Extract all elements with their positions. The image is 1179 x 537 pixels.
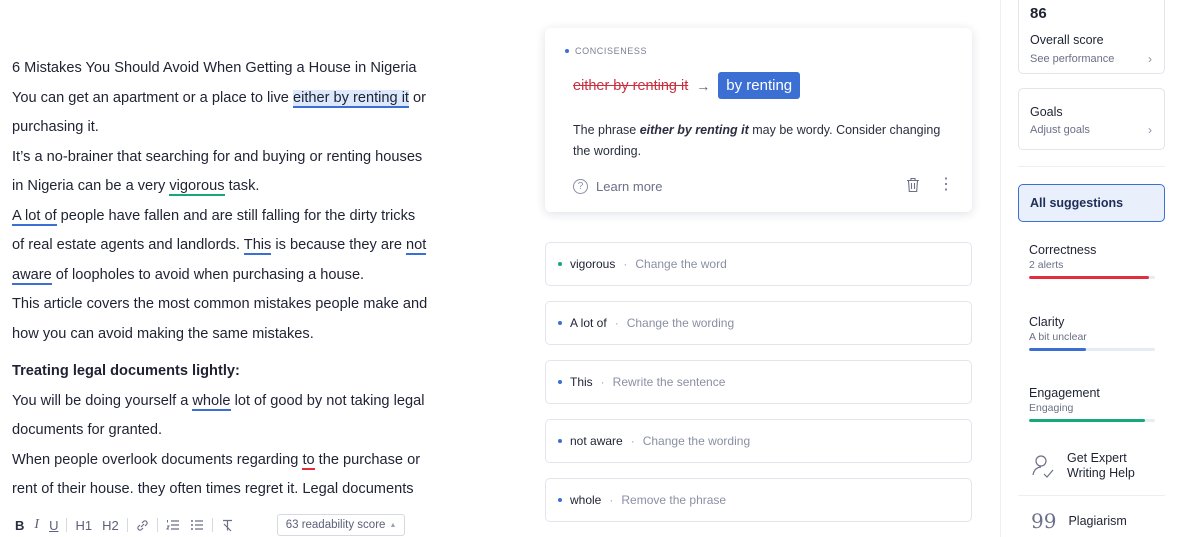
assistant-sidebar: 86 Overall score See performance › Goals… — [1000, 0, 1179, 537]
suggestion-dot-icon — [558, 262, 562, 266]
engagement-metric[interactable]: Engagement Engaging — [1029, 386, 1155, 422]
underline-vigorous[interactable]: vigorous — [169, 178, 225, 196]
overall-score-label: Overall score — [1030, 33, 1104, 47]
accept-suggestion-button[interactable]: by renting — [718, 72, 801, 99]
category-dot-icon — [565, 49, 569, 53]
correctness-metric[interactable]: Correctness 2 alerts — [1029, 243, 1155, 279]
suggestion-item[interactable]: not aware · Change the wording — [545, 419, 972, 463]
suggestion-card-expanded[interactable]: CONCISENESS either by renting it → by re… — [545, 28, 972, 212]
clarity-bar-fill — [1029, 348, 1086, 351]
engagement-bar — [1029, 419, 1155, 422]
person-expert-icon — [1032, 455, 1054, 478]
document-editor[interactable]: 6 Mistakes You Should Avoid When Getting… — [12, 54, 512, 505]
text-line: When people overlook documents regarding… — [12, 451, 421, 470]
underline-whole[interactable]: whole — [192, 392, 231, 411]
bullet-list-icon — [190, 520, 203, 530]
text-line: You can get an apartment or a place to l… — [12, 89, 427, 108]
underline-button[interactable]: U — [44, 514, 63, 536]
chevron-right-icon: › — [1148, 123, 1152, 137]
clear-formatting-icon — [222, 519, 232, 531]
goals-label: Goals — [1030, 105, 1063, 119]
correctness-bar — [1029, 276, 1155, 279]
numbered-list-icon — [165, 520, 179, 530]
bullet-list-button[interactable] — [185, 514, 209, 536]
italic-button[interactable]: I — [29, 514, 44, 536]
suggestion-item[interactable]: vigorous · Change the word — [545, 242, 972, 286]
section-heading: Treating legal documents lightly: — [12, 363, 240, 379]
overall-score-card[interactable]: 86 Overall score See performance › — [1018, 0, 1165, 74]
help-icon: ? — [573, 179, 588, 194]
formatting-toolbar: B I U H1 H2 63 readability score ▲ — [10, 512, 510, 537]
replacement-row: either by renting it → by renting — [573, 72, 801, 99]
toolbar-divider — [66, 518, 68, 532]
text-line: This article covers the most common mist… — [12, 296, 428, 312]
suggestion-dot-icon — [558, 498, 562, 502]
trash-icon[interactable] — [906, 177, 920, 193]
document-title-line: 6 Mistakes You Should Avoid When Getting… — [12, 60, 417, 76]
correctness-bar-fill — [1029, 276, 1149, 279]
text-line: documents for granted. — [12, 422, 163, 438]
suggestion-category: CONCISENESS — [565, 46, 647, 56]
arrow-right-icon: → — [696, 77, 711, 94]
link-button[interactable] — [131, 514, 154, 536]
overall-score-value: 86 — [1030, 5, 1047, 22]
text-line: You will be doing yourself a whole lot o… — [12, 392, 425, 411]
card-actions: ⋮ — [906, 177, 954, 193]
text-line: It’s a no-brainer that searching for and… — [12, 148, 423, 165]
underline-a-lot-of[interactable]: A lot of — [12, 207, 57, 226]
goals-card[interactable]: Goals Adjust goals › — [1018, 88, 1165, 150]
text-line: in Nigeria can be a very vigorous task. — [12, 178, 260, 196]
engagement-bar-fill — [1029, 419, 1145, 422]
see-performance-link[interactable]: See performance — [1030, 53, 1114, 65]
toolbar-divider — [211, 518, 213, 532]
chevron-right-icon: › — [1148, 52, 1152, 66]
adjust-goals-link[interactable]: Adjust goals — [1030, 124, 1090, 136]
underline-not[interactable]: not — [406, 237, 427, 255]
sidebar-divider — [1018, 166, 1165, 167]
text-line: rent of their house. they often times re… — [12, 481, 414, 497]
highlight-either-by-renting-it[interactable]: either by renting it — [292, 89, 409, 108]
all-suggestions-button[interactable]: All suggestions — [1018, 184, 1165, 222]
text-line: purchasing it. — [12, 119, 99, 135]
sidebar-divider — [1018, 495, 1165, 496]
learn-more-link[interactable]: ? Learn more — [573, 179, 662, 194]
clarity-bar — [1029, 348, 1155, 351]
text-line: of real estate agents and landlords. Thi… — [12, 237, 427, 255]
suggestion-dot-icon — [558, 439, 562, 443]
text-line: A lot of people have fallen and are stil… — [12, 207, 416, 226]
caret-up-icon: ▲ — [389, 521, 397, 529]
underline-aware[interactable]: aware — [12, 266, 52, 285]
suggestion-item[interactable]: This · Rewrite the sentence — [545, 360, 972, 404]
more-options-icon[interactable]: ⋮ — [938, 177, 954, 193]
underline-to[interactable]: to — [302, 451, 315, 470]
clear-formatting-button[interactable] — [216, 514, 239, 536]
link-icon — [137, 519, 148, 531]
plagiarism-link[interactable]: 99 Plagiarism — [1031, 509, 1127, 533]
quote-icon: 99 — [1031, 509, 1057, 533]
text-line: aware of loopholes to avoid when purchas… — [12, 266, 365, 285]
clarity-metric[interactable]: Clarity A bit unclear — [1029, 315, 1155, 351]
underline-this[interactable]: This — [243, 237, 272, 255]
toolbar-divider — [126, 518, 128, 532]
heading2-button[interactable]: H2 — [97, 514, 124, 536]
suggestion-item[interactable]: A lot of · Change the wording — [545, 301, 972, 345]
toolbar-divider — [156, 518, 158, 532]
heading1-button[interactable]: H1 — [70, 514, 97, 536]
text-line: how you can avoid making the same mistak… — [12, 325, 314, 342]
expert-help-link[interactable]: Get Expert Writing Help — [1031, 451, 1147, 481]
numbered-list-button[interactable] — [161, 514, 185, 536]
suggestion-item[interactable]: whole · Remove the phrase — [545, 478, 972, 522]
suggestion-dot-icon — [558, 321, 562, 325]
readability-score-button[interactable]: 63 readability score ▲ — [276, 514, 406, 536]
bold-button[interactable]: B — [10, 514, 29, 536]
suggestion-dot-icon — [558, 380, 562, 384]
original-text: either by renting it — [573, 77, 689, 94]
suggestion-explanation: The phrase either by renting it may be w… — [573, 123, 941, 158]
